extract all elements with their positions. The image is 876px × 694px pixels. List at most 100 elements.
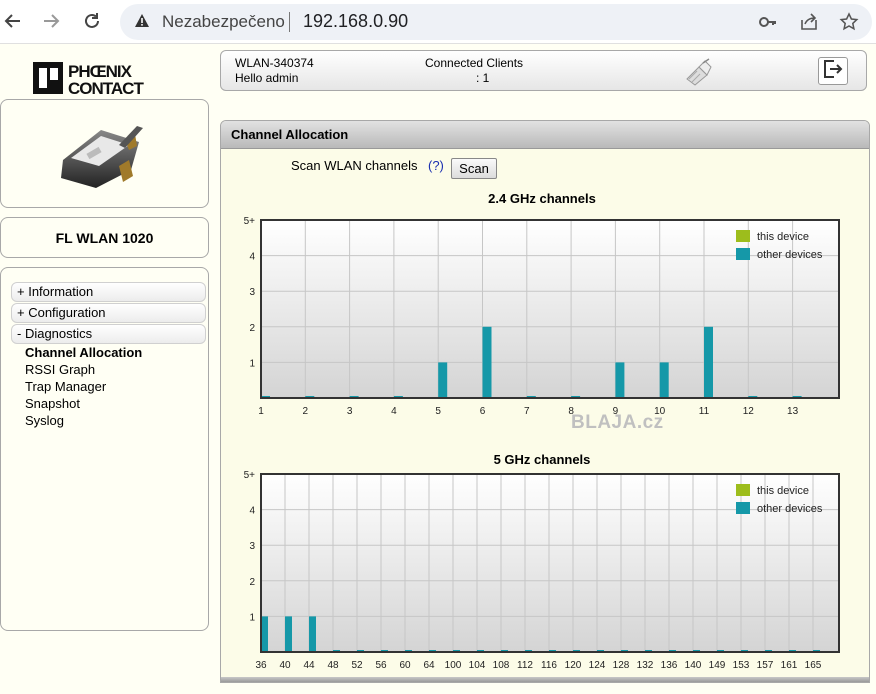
menu-diagnostics[interactable]: - Diagnostics [11,324,206,344]
security-label: Nezabezpečeno [162,12,285,31]
legend-label: this device [757,231,809,243]
legend-swatch [736,230,750,242]
x-tick-label: 2 [303,406,309,417]
legend-label: other devices [757,503,823,515]
scan-button[interactable]: Scan [451,158,497,179]
bar-other-devices [285,616,292,652]
chart-24ghz: 1 2 3 4 5 6 7 8 9 10 11 12 1312345+this deviceother … [244,216,840,417]
hostname: WLAN-340374 [235,56,314,70]
help-link[interactable]: (?) [428,158,444,173]
x-tick-label: 44 [303,660,315,671]
x-tick-label: 60 [399,660,411,671]
x-tick-label: 153 [733,660,750,671]
x-tick-label: 104 [469,660,486,671]
key-icon[interactable] [756,10,780,34]
x-tick-label: 48 [327,660,339,671]
x-tick-label: 40 [279,660,291,671]
phoenix-contact-logo: PHŒNIX CONTACT [32,60,172,101]
x-tick-label: 149 [709,660,726,671]
x-tick-label: 52 [351,660,363,671]
y-tick-label: 1 [249,612,255,623]
y-tick-label: 2 [249,323,255,334]
logout-icon [822,59,844,84]
x-tick-label: 165 [805,660,822,671]
bar-other-devices [704,326,713,398]
back-arrow-icon[interactable] [0,8,26,34]
submenu-channel-allocation[interactable]: Channel Allocation [25,345,142,360]
chart-title-5ghz: 5 GHz channels [493,452,591,467]
x-tick-label: 132 [637,660,654,671]
star-icon[interactable] [837,10,861,34]
chart-title-24ghz: 2.4 GHz channels [488,191,596,206]
bar-other-devices [659,362,669,398]
url-text[interactable]: 192.168.0.90 [303,11,408,32]
bar-other-devices [615,362,625,398]
x-tick-label: 12 [743,406,755,417]
menu-configuration[interactable]: + Configuration [11,303,206,323]
x-tick-label: 4 [391,406,397,417]
submenu-syslog[interactable]: Syslog [25,413,64,428]
x-tick-label: 100 [445,660,462,671]
browser-toolbar: Nezabezpečeno 192.168.0.90 [0,0,876,44]
bar-other-devices [309,616,316,652]
legend-swatch [736,248,750,260]
watermark: BLAJA.cz [571,412,664,433]
x-tick-label: 7 [524,406,530,417]
status-header: WLAN-340374 Hello admin Connected Client… [220,50,867,91]
bar-other-devices [438,362,448,398]
submenu-snapshot[interactable]: Snapshot [25,396,80,411]
plot-background [261,474,839,652]
device-image-panel [0,99,209,208]
x-tick-label: 124 [589,660,606,671]
content-footer-bar [221,677,869,682]
bar-other-devices [261,616,268,652]
forward-arrow-icon[interactable] [38,8,64,34]
y-tick-label: 1 [249,358,255,369]
bar-other-devices [482,326,492,398]
legend-label: other devices [757,249,823,261]
logout-button[interactable] [818,57,848,85]
device-image [61,126,143,188]
x-tick-label: 161 [781,660,798,671]
x-tick-label: 140 [685,660,702,671]
connected-clients-label: Connected Clients [425,56,524,70]
address-bar[interactable]: Nezabezpečeno 192.168.0.90 [120,4,872,40]
legend-swatch [736,502,750,514]
greeting: Hello admin [235,71,299,85]
chart-5ghz: 36 40 44 48 52 56 60 64 100 104 108 112 116 120 124 128… [244,470,840,671]
submenu-trap-manager[interactable]: Trap Manager [25,379,106,394]
submenu-rssi-graph[interactable]: RSSI Graph [25,362,95,377]
x-tick-label: 56 [375,660,387,671]
x-tick-label: 112 [517,660,533,671]
y-tick-label: 3 [249,541,255,552]
x-tick-label: 5 [435,406,441,417]
plot-background [261,220,839,398]
y-tick-label: 4 [249,506,255,517]
x-tick-label: 120 [565,660,582,671]
x-tick-label: 13 [787,406,799,417]
x-tick-label: 3 [347,406,353,417]
x-tick-label: 128 [613,660,630,671]
x-tick-label: 136 [661,660,678,671]
legend-label: this device [757,485,809,497]
separator [289,12,290,32]
scan-label: Scan WLAN channels [291,158,418,173]
y-tick-label: 5+ [244,216,256,227]
legend-swatch [736,484,750,496]
device-name: FL WLAN 1020 [0,217,209,258]
x-tick-label: 11 [699,406,710,417]
wlan-signal-icon [683,57,715,92]
navigation-menu: + Information + Configuration - Diagnost… [0,267,209,631]
connected-clients-value: : 1 [476,71,490,85]
svg-text:CONTACT: CONTACT [68,79,144,96]
y-tick-label: 4 [249,252,255,263]
reload-icon[interactable] [79,8,105,34]
warning-icon [134,13,150,34]
menu-information[interactable]: + Information [11,282,206,302]
x-tick-label: 108 [493,660,510,671]
share-icon[interactable] [797,10,821,34]
x-tick-label: 36 [255,660,267,671]
x-tick-label: 6 [480,406,486,417]
y-tick-label: 5+ [244,470,256,481]
x-tick-label: 157 [757,660,774,671]
